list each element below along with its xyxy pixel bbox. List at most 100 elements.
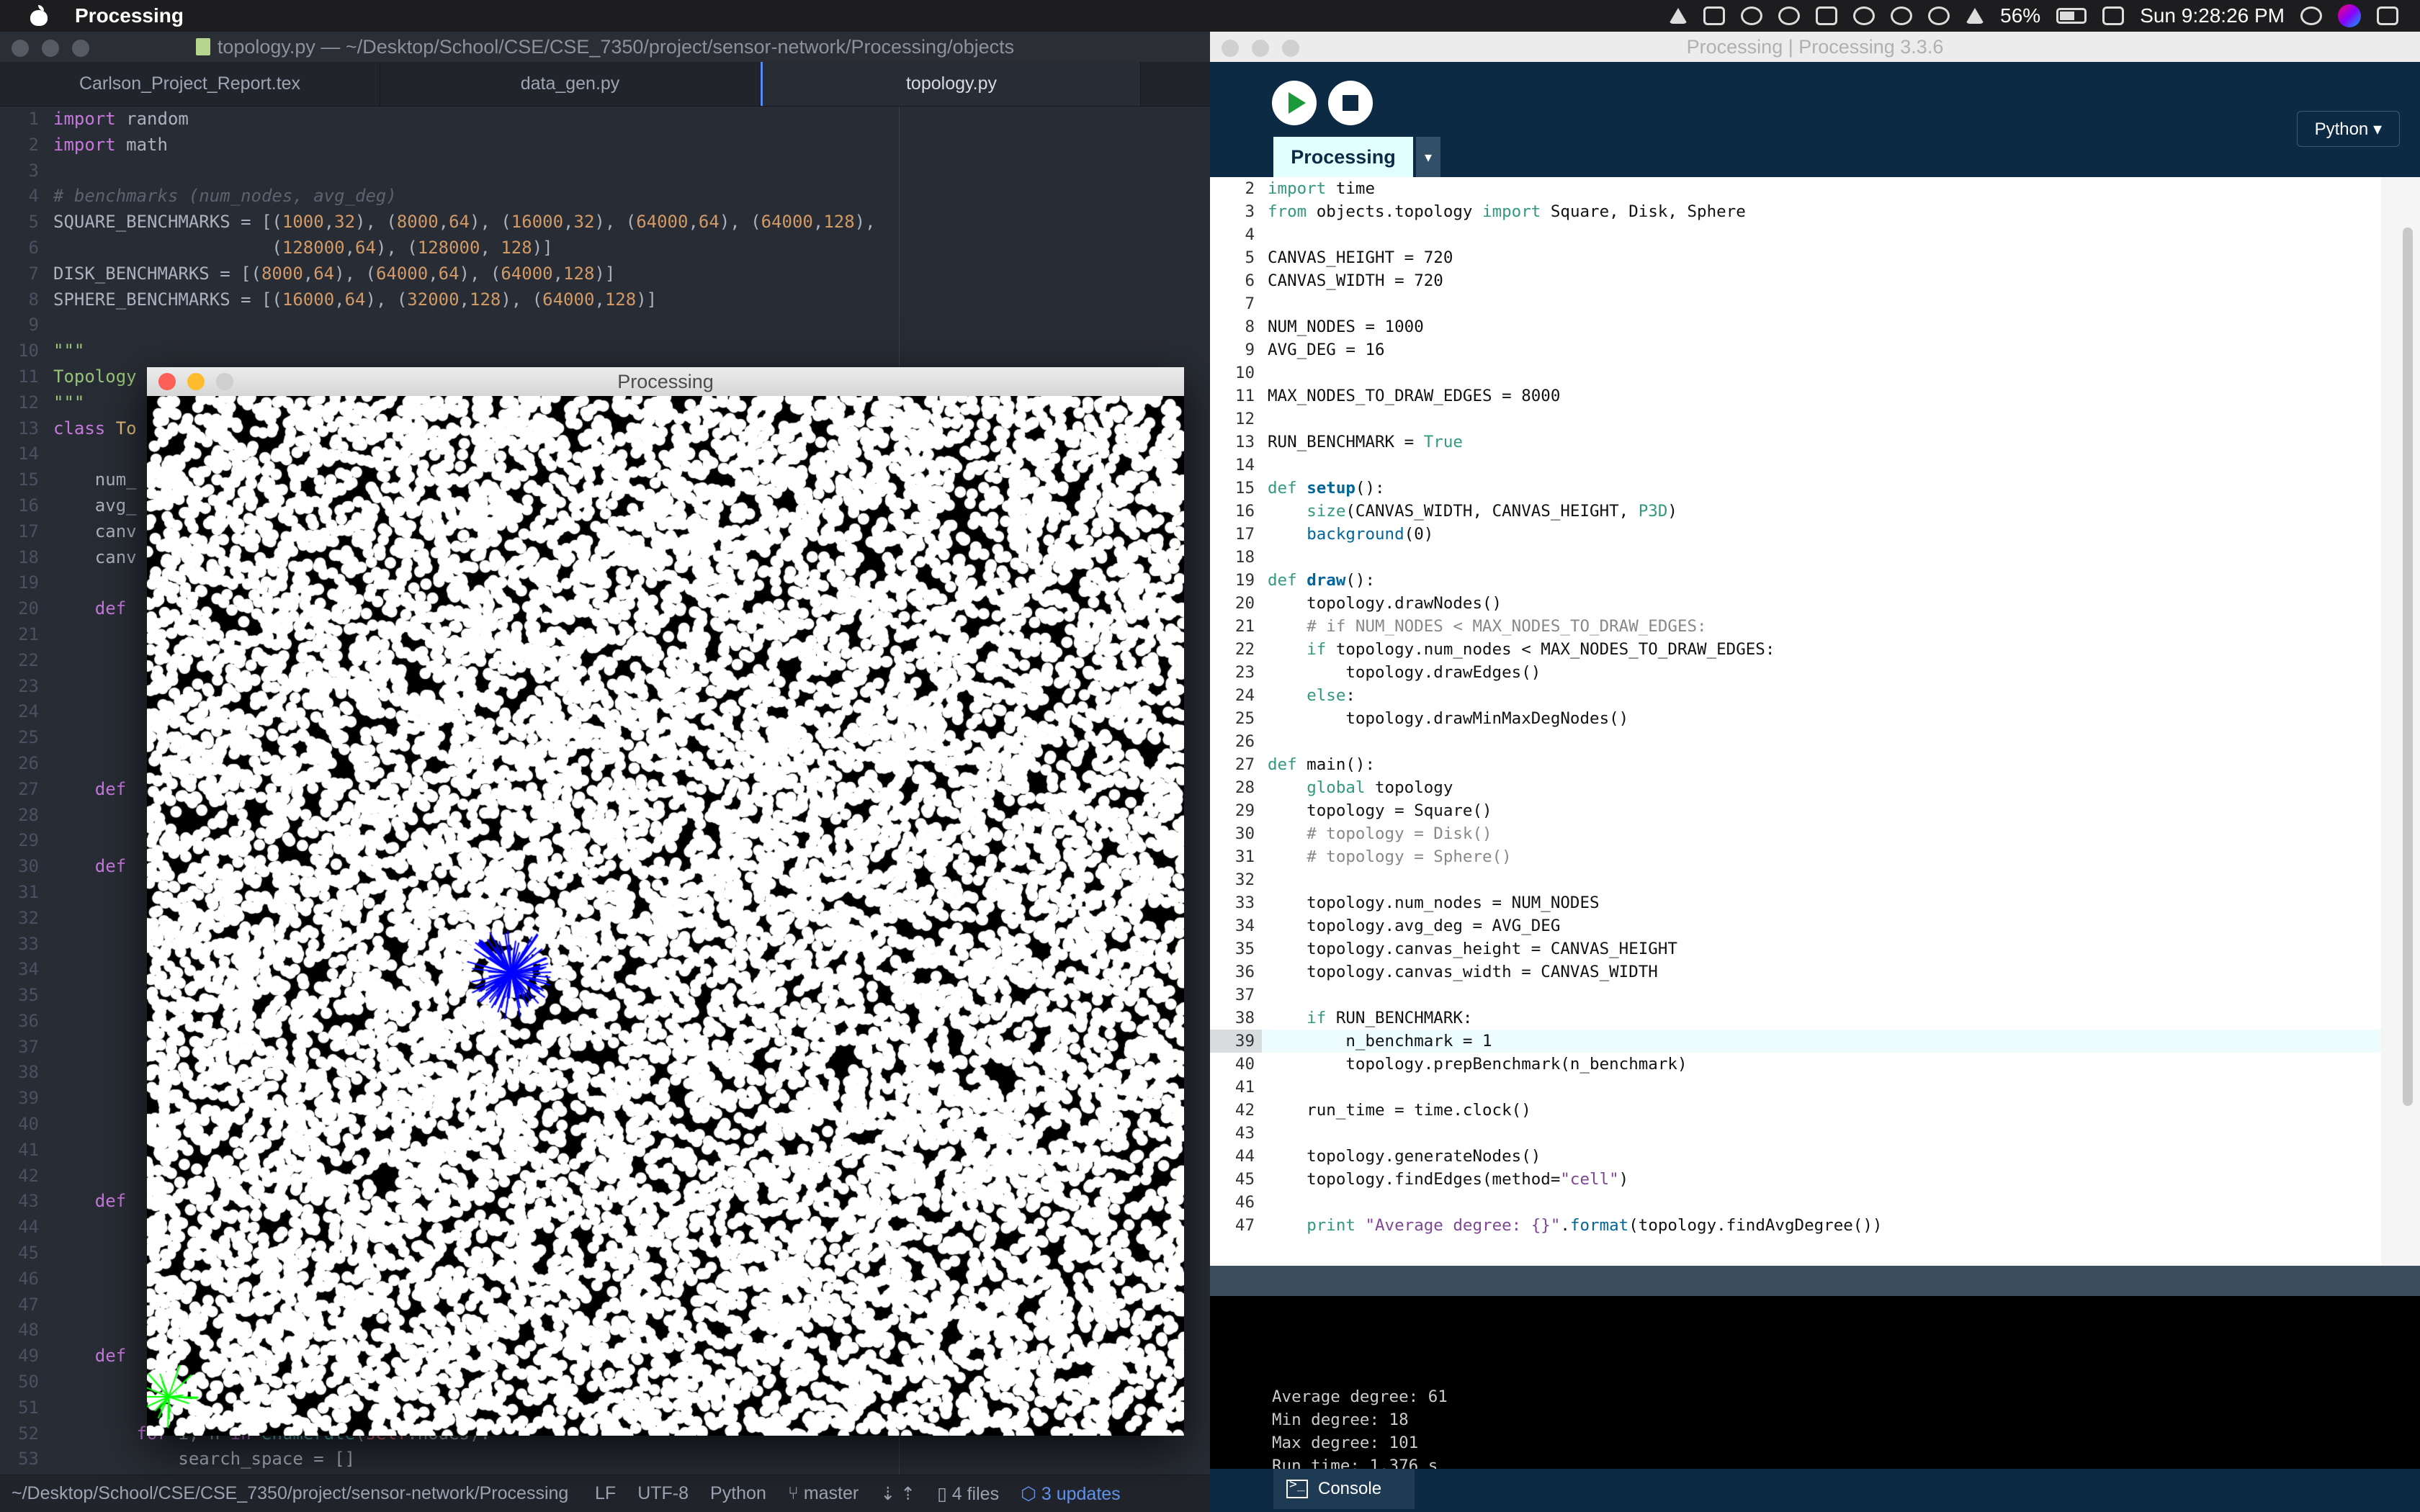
code-text[interactable]: class To: [50, 416, 137, 442]
code-line[interactable]: 19 def draw():: [1210, 569, 2381, 592]
code-text[interactable]: [50, 828, 53, 854]
code-line[interactable]: 5 SQUARE_BENCHMARKS = [(1000,32), (8000,6…: [0, 210, 1210, 235]
code-text[interactable]: def setup():: [1262, 477, 1385, 500]
glasses-icon[interactable]: [1778, 6, 1801, 25]
status-file-path[interactable]: ~/Desktop/School/CSE/CSE_7350/project/se…: [12, 1483, 573, 1504]
code-text[interactable]: [50, 1266, 53, 1292]
code-line[interactable]: 34 topology.avg_deg = AVG_DEG: [1210, 914, 2381, 937]
code-line[interactable]: 2 import math: [0, 132, 1210, 158]
line-number[interactable]: 42: [0, 1164, 50, 1189]
code-text[interactable]: [1262, 868, 1268, 891]
code-text[interactable]: [50, 158, 53, 184]
keyboard-icon[interactable]: [2102, 6, 2125, 25]
code-text[interactable]: Topology: [50, 364, 137, 390]
line-number[interactable]: 4: [0, 184, 50, 210]
line-number[interactable]: 33: [1210, 891, 1262, 914]
line-number[interactable]: 39: [0, 1086, 50, 1112]
code-text[interactable]: [50, 983, 53, 1009]
code-text[interactable]: [50, 1009, 53, 1035]
code-text[interactable]: def: [50, 596, 126, 622]
docker-icon[interactable]: [1703, 6, 1726, 25]
line-number[interactable]: 17: [0, 519, 50, 545]
code-text[interactable]: topology.avg_deg = AVG_DEG: [1262, 914, 1560, 937]
line-number[interactable]: 27: [0, 777, 50, 803]
code-text[interactable]: topology.canvas_width = CANVAS_WIDTH: [1262, 960, 1658, 984]
code-text[interactable]: [1262, 546, 1268, 569]
code-line[interactable]: 10: [1210, 361, 2381, 384]
code-text[interactable]: [50, 648, 53, 674]
code-text[interactable]: topology.num_nodes = NUM_NODES: [1262, 891, 1599, 914]
code-text[interactable]: (128000,64), (128000, 128)]: [50, 235, 552, 261]
code-text[interactable]: [1262, 454, 1268, 477]
code-text[interactable]: if RUN_BENCHMARK:: [1262, 1007, 1472, 1030]
code-line[interactable]: 6 CANVAS_WIDTH = 720: [1210, 269, 2381, 292]
code-line[interactable]: 46: [1210, 1191, 2381, 1214]
line-number[interactable]: 5: [0, 210, 50, 235]
code-text[interactable]: # topology = Disk(): [1262, 822, 1492, 845]
code-line[interactable]: 28 global topology: [1210, 776, 2381, 799]
line-number[interactable]: 33: [0, 932, 50, 958]
line-number[interactable]: 7: [1210, 292, 1262, 315]
line-number[interactable]: 14: [1210, 454, 1262, 477]
line-number[interactable]: 3: [0, 158, 50, 184]
code-text[interactable]: def draw():: [1262, 569, 1375, 592]
code-text[interactable]: [50, 312, 53, 338]
line-number[interactable]: 29: [1210, 799, 1262, 822]
pde-code-editor[interactable]: 2 import time 3 from objects.topology impor…: [1210, 177, 2381, 1266]
close-button[interactable]: [158, 373, 176, 390]
code-text[interactable]: [50, 1138, 53, 1164]
code-text[interactable]: [1262, 361, 1268, 384]
code-line[interactable]: 40 topology.prepBenchmark(n_benchmark): [1210, 1053, 2381, 1076]
code-text[interactable]: topology.findEdges(method="cell"): [1262, 1168, 1628, 1191]
line-number[interactable]: 18: [1210, 546, 1262, 569]
line-number[interactable]: 48: [0, 1318, 50, 1344]
code-text[interactable]: [50, 1086, 53, 1112]
line-number[interactable]: 2: [1210, 177, 1262, 200]
line-number[interactable]: 22: [1210, 638, 1262, 661]
code-text[interactable]: topology = Square(): [1262, 799, 1492, 822]
minimize-button[interactable]: [1252, 40, 1269, 57]
status-files[interactable]: ▯ 4 files: [937, 1483, 999, 1505]
line-number[interactable]: 26: [1210, 730, 1262, 753]
line-number[interactable]: 19: [1210, 569, 1262, 592]
line-number[interactable]: 13: [1210, 431, 1262, 454]
code-line[interactable]: 16 size(CANVAS_WIDTH, CANVAS_HEIGHT, P3D…: [1210, 500, 2381, 523]
line-number[interactable]: 4: [1210, 223, 1262, 246]
line-number[interactable]: 13: [0, 416, 50, 442]
line-number[interactable]: 10: [1210, 361, 1262, 384]
line-number[interactable]: 8: [0, 287, 50, 313]
code-text[interactable]: canv: [50, 545, 137, 571]
tab-menu-button[interactable]: ▾: [1416, 137, 1440, 177]
code-line[interactable]: 47 print "Average degree: {}".format(top…: [1210, 1214, 2381, 1237]
status-branch[interactable]: ⑂ master: [788, 1483, 859, 1504]
code-line[interactable]: 37: [1210, 984, 2381, 1007]
run-button[interactable]: [1272, 81, 1317, 125]
line-number[interactable]: 45: [0, 1241, 50, 1266]
code-text[interactable]: [50, 622, 53, 648]
line-number[interactable]: 21: [1210, 615, 1262, 638]
tab-topology[interactable]: topology.py: [761, 62, 1141, 106]
notification-center-icon[interactable]: [2377, 6, 2398, 25]
code-line[interactable]: 1 import random: [0, 107, 1210, 132]
code-line[interactable]: 8 SPHERE_BENCHMARKS = [(16000,64), (32000…: [0, 287, 1210, 313]
line-number[interactable]: 47: [0, 1292, 50, 1318]
line-number[interactable]: 29: [0, 828, 50, 854]
code-text[interactable]: [1262, 1191, 1268, 1214]
code-text[interactable]: [50, 1035, 53, 1061]
pde-scroll-thumb[interactable]: [2403, 228, 2413, 1106]
code-text[interactable]: [1262, 292, 1268, 315]
line-number[interactable]: 12: [1210, 408, 1262, 431]
status-grammar[interactable]: Python: [710, 1483, 766, 1504]
line-number[interactable]: 30: [1210, 822, 1262, 845]
code-text[interactable]: [1262, 223, 1268, 246]
code-text[interactable]: # topology = Sphere(): [1262, 845, 1511, 868]
code-text[interactable]: topology.drawMinMaxDegNodes(): [1262, 707, 1628, 730]
sync-icon[interactable]: [1741, 6, 1763, 25]
code-text[interactable]: [1262, 730, 1268, 753]
battery-icon[interactable]: [2056, 8, 2087, 24]
code-text[interactable]: [50, 906, 53, 932]
code-text[interactable]: topology.prepBenchmark(n_benchmark): [1262, 1053, 1687, 1076]
line-number[interactable]: 30: [0, 854, 50, 880]
line-number[interactable]: 31: [1210, 845, 1262, 868]
code-line[interactable]: 4 # benchmarks (num_nodes, avg_deg): [0, 184, 1210, 210]
